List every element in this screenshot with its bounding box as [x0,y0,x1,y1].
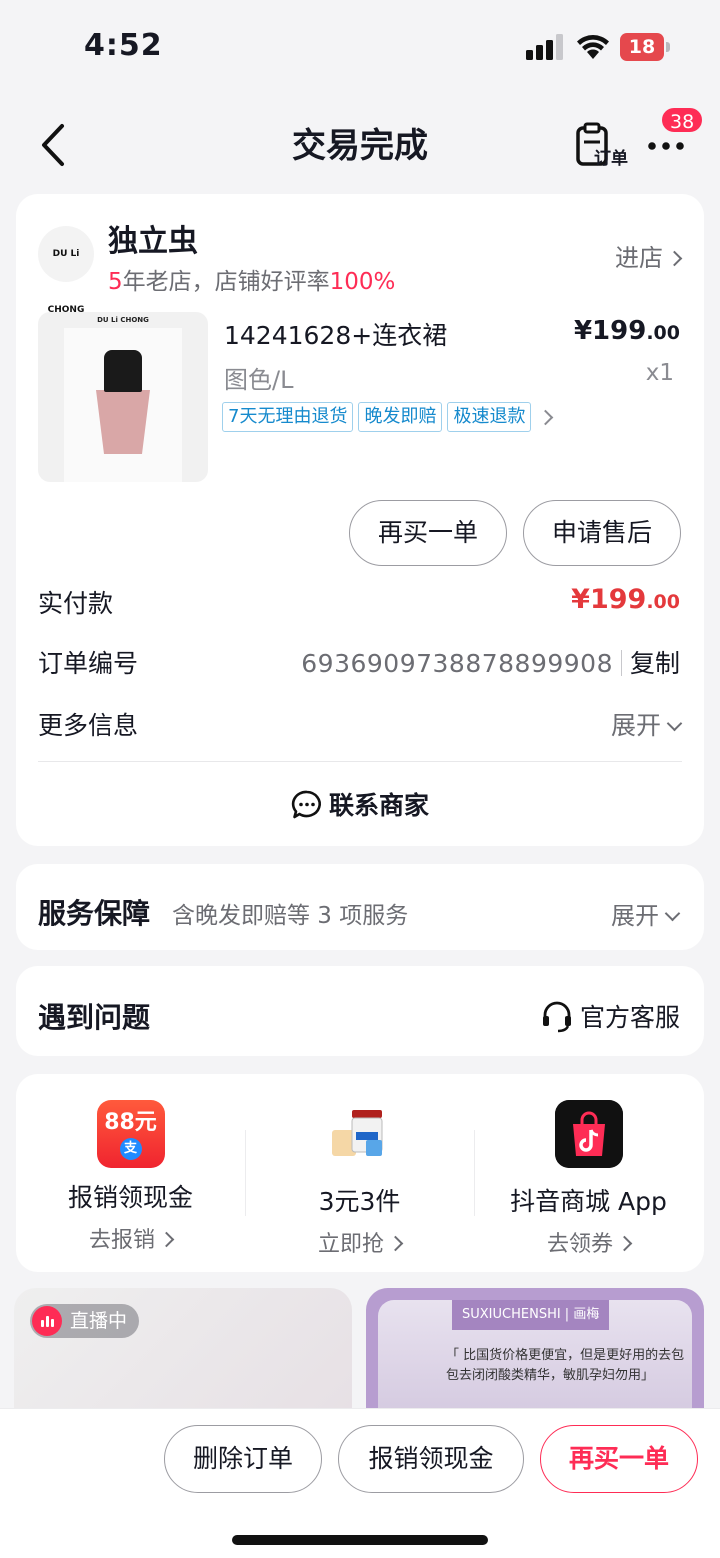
battery-icon: 18 [620,33,670,61]
promo-title: 抖音商城 App [510,1187,667,1216]
service-expand-label: 展开 [611,902,659,930]
chevron-down-icon [666,715,683,732]
problem-title: 遇到问题 [38,1001,151,1034]
dress-top-shape [104,350,142,392]
shop-logo[interactable]: DU Li CHONG [38,226,94,315]
tag-late-compensation: 晚发即赔 [358,402,443,432]
promo-title: 3元3件 [318,1187,401,1216]
service-subtitle: 含晚发即赔等 3 项服务 [172,903,409,929]
chevron-right-icon [616,1235,633,1252]
ad-text: 「 比国货价格更便宜，但是更好用的去包包去闭闭酸类精华，敏肌孕妇勿用」 [446,1348,685,1383]
shop-rating: 100% [329,269,396,295]
shop-name[interactable]: 独立虫 [108,216,198,260]
promo-action-label: 去报销 [88,1228,155,1253]
tag-return: 7天无理由退货 [222,402,354,432]
wifi-icon [577,35,609,59]
live-label: 直播中 [70,1310,128,1332]
payment-amount-decimal: .00 [646,591,680,613]
promo-reimburse[interactable]: 88元 支 报销领现金 去报销 [16,1100,245,1254]
order-number-row: 6936909738878899908 复制 [301,644,680,680]
home-indicator[interactable] [232,1535,488,1545]
notification-badge: 38 [660,106,705,134]
product-image[interactable]: DU Li CHONG [38,312,208,482]
contact-seller-label: 联系商家 [328,791,429,820]
promo-title: 报销领现金 [67,1183,193,1212]
customer-service-label: 官方客服 [579,1003,680,1032]
product-price-main: ¥199 [573,316,647,346]
service-title: 服务保障 [38,897,151,930]
promo-action-label: 去领券 [546,1232,613,1257]
product-image-brand: DU Li CHONG [97,316,149,324]
chevron-right-icon [666,250,683,267]
chat-bubble-icon [291,790,321,819]
shop-reputation: 5年老店，店铺好评率100% [108,262,395,296]
chevron-right-icon [387,1235,404,1252]
bottom-action-bar: 删除订单 报销领现金 再买一单 [0,1408,720,1558]
order-number-value: 6936909738878899908 [301,649,613,678]
delete-order-button[interactable]: 删除订单 [164,1425,322,1493]
enter-shop-link[interactable]: 进店 [615,238,683,273]
alipay-icon: 支 [119,1138,142,1160]
product-tags[interactable]: 7天无理由退货 晚发即赔 极速退款 [222,402,554,432]
promo-action: 去领券 [474,1226,703,1258]
order-card: DU Li CHONG 独立虫 5年老店，店铺好评率100% 进店 DU Li … [16,194,704,846]
enter-shop-label: 进店 [615,244,663,272]
product-spec: 图色/L [224,366,294,394]
tags-chevron-icon [538,409,554,425]
more-info-label: 更多信息 [38,711,139,740]
buy-again-bottom-button[interactable]: 再买一单 [540,1425,698,1493]
live-badge: 直播中 [30,1304,140,1338]
promo-deal[interactable]: 3元3件 立即抢 [245,1100,474,1258]
more-info-expand[interactable]: 展开 [610,706,683,742]
promo-action: 立即抢 [245,1226,474,1258]
card-divider [38,761,682,762]
contact-seller-button[interactable]: 联系商家 [16,786,704,822]
shop-years-number: 5 [108,269,123,295]
dress-skirt-shape [96,390,150,454]
copy-button[interactable]: 复制 [630,649,680,678]
product-price-decimal: .00 [646,322,680,344]
service-expand[interactable]: 展开 [611,896,681,931]
douyin-mall-app-icon [554,1100,623,1168]
red-envelope-88-icon: 88元 支 [96,1100,165,1168]
buy-again-button[interactable]: 再买一单 [349,500,507,566]
headset-icon [542,1001,571,1033]
problem-card: 遇到问题 官方客服 [16,966,704,1056]
promo-action: 去报销 [16,1222,245,1254]
chevron-right-icon [158,1231,175,1248]
product-price: ¥199.00 [574,316,680,346]
promo-icon-text: 88元 [104,1110,157,1135]
payment-amount: ¥199.00 [571,584,680,615]
product-quantity: x1 [645,360,674,386]
product-jar-icon [331,1110,382,1156]
payment-amount-main: ¥199 [571,584,647,615]
tag-fast-refund: 极速退款 [447,402,532,432]
reimburse-button[interactable]: 报销领现金 [338,1425,524,1493]
copy-divider [620,650,622,676]
status-time: 4:52 [84,28,163,63]
customer-service-link[interactable]: 官方客服 [540,998,680,1034]
order-label[interactable]: 订单 [594,144,628,169]
product-title[interactable]: 14241628+连衣裙 [224,316,447,352]
ad-brand-tag: SUXIUCHENSHI | 画梅 [452,1300,610,1330]
battery-cap [666,42,670,52]
battery-level: 18 [620,33,664,61]
cellular-signal-icon [526,34,563,60]
promo-card: 88元 支 报销领现金 去报销 3元3件 立即抢 抖音商城 App 去领券 [16,1074,704,1272]
status-bar: 4:52 18 [0,0,720,96]
shop-years-text: 年老店，店铺好评率 [122,269,330,295]
service-card[interactable]: 服务保障 含晚发即赔等 3 项服务 展开 [16,864,704,950]
chevron-down-icon [664,905,681,922]
after-sale-button[interactable]: 申请售后 [523,500,681,566]
live-bars-icon [32,1306,62,1336]
promo-app[interactable]: 抖音商城 App 去领券 [474,1100,703,1258]
nav-bar: 交易完成 订单 38 [0,96,720,192]
promo-action-label: 立即抢 [317,1232,384,1257]
payment-label: 实付款 [38,589,114,618]
order-number-label: 订单编号 [38,649,139,678]
more-info-expand-label: 展开 [610,711,661,740]
